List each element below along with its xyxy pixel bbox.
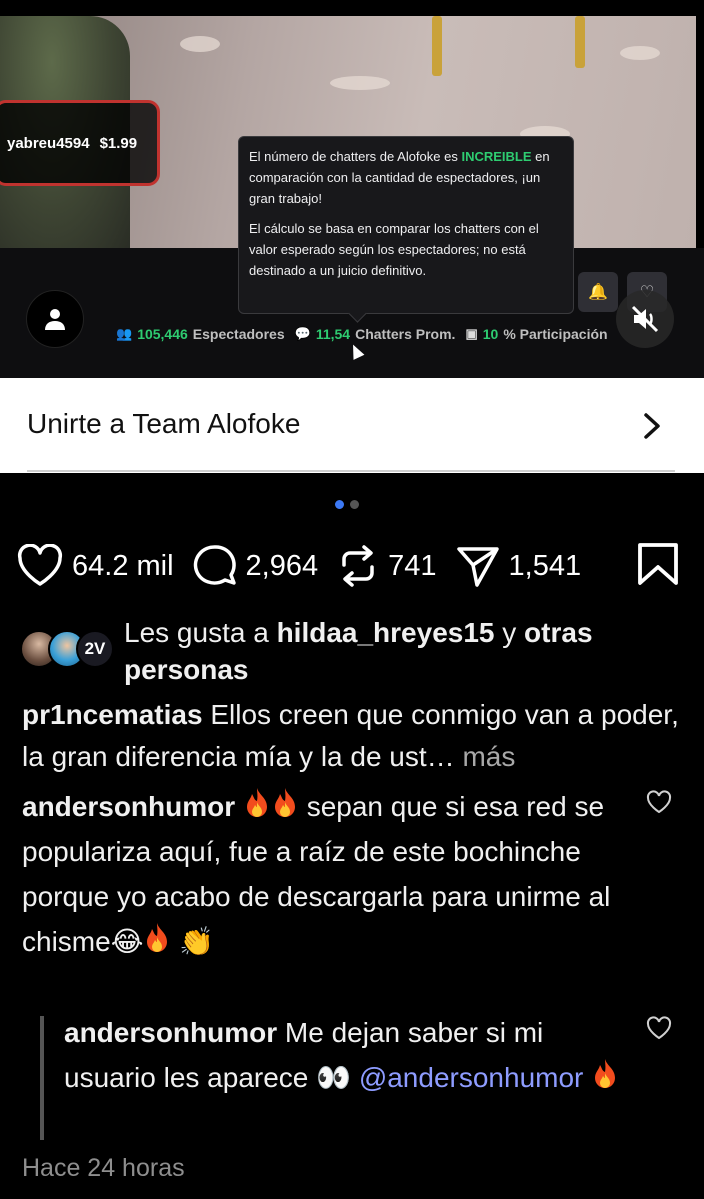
chatters-tooltip: El número de chatters de Alofoke es INCR… [238,136,574,314]
likes-suffix: y [494,617,525,648]
stream-media[interactable]: yabreu4594 $1.99 🔔 ♡ 👥 105,446 Espectado… [0,0,704,378]
post-action-bar: 64.2 mil 2,964 741 1,541 [16,540,686,592]
reposts-count: 741 [388,549,437,582]
chatters-label: Chatters Prom. [355,326,456,342]
fire-emoji-icon [595,1059,616,1088]
carousel-indicator [335,500,359,509]
notification-button[interactable]: 🔔 [578,272,618,312]
avatar: 2V [76,630,114,668]
profile-avatar-button[interactable] [26,290,84,348]
heart-icon [17,544,63,586]
comment: andersonhumor sepan que si esa red se po… [22,784,622,964]
tooltip-paragraph-2: El cálculo se basa en comparar los chatt… [249,221,539,278]
comment-username[interactable]: andersonhumor [22,791,235,822]
viewers-icon: 👥 [116,326,133,341]
chatters-count: 11,54 [315,326,351,342]
send-icon [456,547,499,587]
mute-toggle-button[interactable] [616,290,674,348]
tooltip-paragraph-1: El número de chatters de Alofoke es INCR… [249,146,563,209]
eyes-emoji-icon: 👀 [316,1061,352,1094]
tooltip-text: El número de chatters de Alofoke es [249,149,458,164]
participation-stat[interactable]: ▣ 10 % Participación [465,326,607,342]
comment-button[interactable]: 2,964 [192,543,319,589]
join-team-row[interactable]: Unirte a Team Alofoke [0,378,704,473]
chevron-right-icon[interactable] [640,410,666,442]
more-link[interactable]: más [455,741,515,772]
chair-leg [432,16,442,76]
liker-avatars[interactable]: 2V [20,630,115,670]
reply-comment: andersonhumor Me dejan saber si mi usuar… [64,1010,634,1100]
stream-stats: 👥 105,446 Espectadores 💬 11,54 Chatters … [116,326,618,342]
donation-alert: yabreu4594 $1.99 [0,100,160,186]
donation-amount: $1.99 [99,134,138,152]
post-timestamp: Hace 24 horas [22,1154,185,1182]
floor-petal [620,46,660,60]
repost-icon [342,545,374,587]
clapping-emoji-icon: 👏 [179,925,215,958]
floor-petal [330,76,390,90]
muted-speaker-icon [631,305,659,333]
divider [27,470,675,472]
bell-icon: 🔔 [588,284,608,301]
viewers-count: 105,446 [137,326,188,342]
fire-emoji-icon [147,923,168,952]
share-button[interactable]: 1,541 [455,543,582,589]
caption-username[interactable]: pr1ncematias [22,699,203,730]
viewers-stat[interactable]: 👥 105,446 Espectadores [116,326,285,342]
repost-button[interactable]: 741 [336,543,437,589]
likes-prefix: Les gusta a [124,617,277,648]
participation-label: % Participación [503,326,608,342]
bookmark-icon[interactable] [636,541,680,587]
floor-petal [180,36,220,52]
tooltip-highlight: INCREIBLE [461,149,532,164]
user-mention[interactable]: @andersonhumor [359,1062,584,1093]
comments-count: 2,964 [245,549,319,582]
shares-count: 1,541 [508,549,582,582]
reply-thread-line [40,1016,44,1140]
fire-emoji-icon [274,788,295,817]
like-button[interactable]: 64.2 mil [16,544,174,588]
chat-bubble-icon: 💬 [294,326,311,341]
comment-like-heart-icon[interactable] [646,790,672,814]
liker-username[interactable]: hildaa_hreyes15 [277,617,495,648]
participation-value: 10 [482,326,499,342]
chart-icon: ▣ [465,326,478,341]
fire-emoji-icon [246,788,267,817]
donation-user: yabreu4594 [7,134,90,152]
carousel-dot-active[interactable] [335,500,344,509]
chair-leg [575,16,585,68]
join-team-label: Unirte a Team Alofoke [27,408,301,439]
user-icon [45,309,65,330]
likes-summary[interactable]: Les gusta a hildaa_hreyes15 y otras pers… [124,614,684,688]
comment-bubble-icon [193,545,236,585]
carousel-dot[interactable] [350,500,359,509]
laughing-emoji-icon: 😂 [110,925,144,958]
chatters-stat[interactable]: 💬 11,54 Chatters Prom. [295,326,456,342]
likes-count: 64.2 mil [72,549,174,582]
comment-username[interactable]: andersonhumor [64,1017,277,1048]
post-caption: pr1ncematias Ellos creen que conmigo van… [22,694,682,778]
comment-like-heart-icon[interactable] [646,1016,672,1040]
viewers-label: Espectadores [192,326,285,342]
